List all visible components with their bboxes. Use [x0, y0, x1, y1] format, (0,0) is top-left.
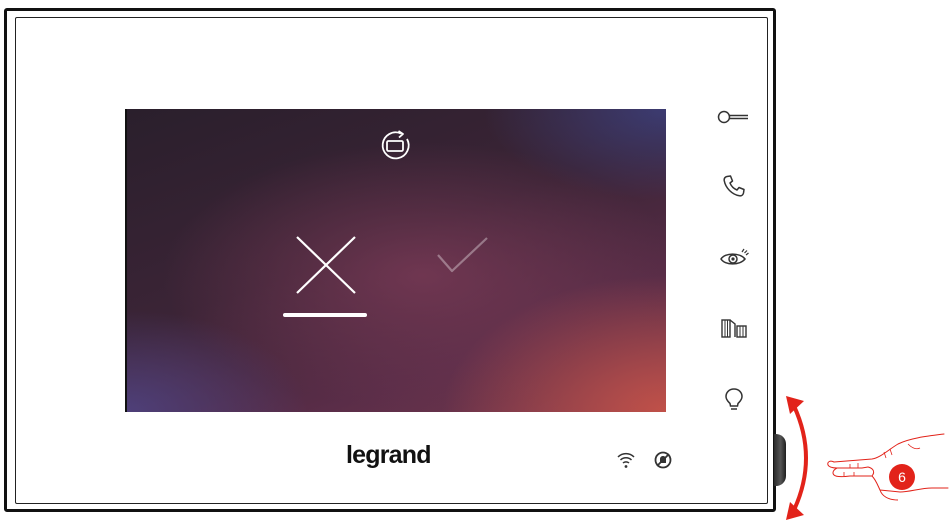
eye-icon[interactable]: [716, 240, 752, 276]
step-number-badge: 6: [889, 464, 915, 490]
phone-icon[interactable]: [716, 168, 752, 204]
gate-icon[interactable]: [716, 310, 752, 346]
brand-logo: legrand: [346, 441, 432, 469]
hand-icon: [827, 433, 949, 501]
do-not-disturb-icon: [654, 451, 672, 469]
lightbulb-icon[interactable]: [716, 382, 752, 418]
selection-underline: [283, 313, 367, 317]
key-icon[interactable]: [716, 99, 752, 135]
screen-edge: [125, 109, 127, 412]
close-icon[interactable]: [285, 233, 367, 317]
wifi-icon: [617, 452, 635, 468]
stage: legrand 6: [0, 0, 952, 527]
display-screen: [125, 109, 666, 412]
screen-rotate-icon[interactable]: [378, 129, 414, 163]
check-icon[interactable]: [433, 235, 493, 281]
